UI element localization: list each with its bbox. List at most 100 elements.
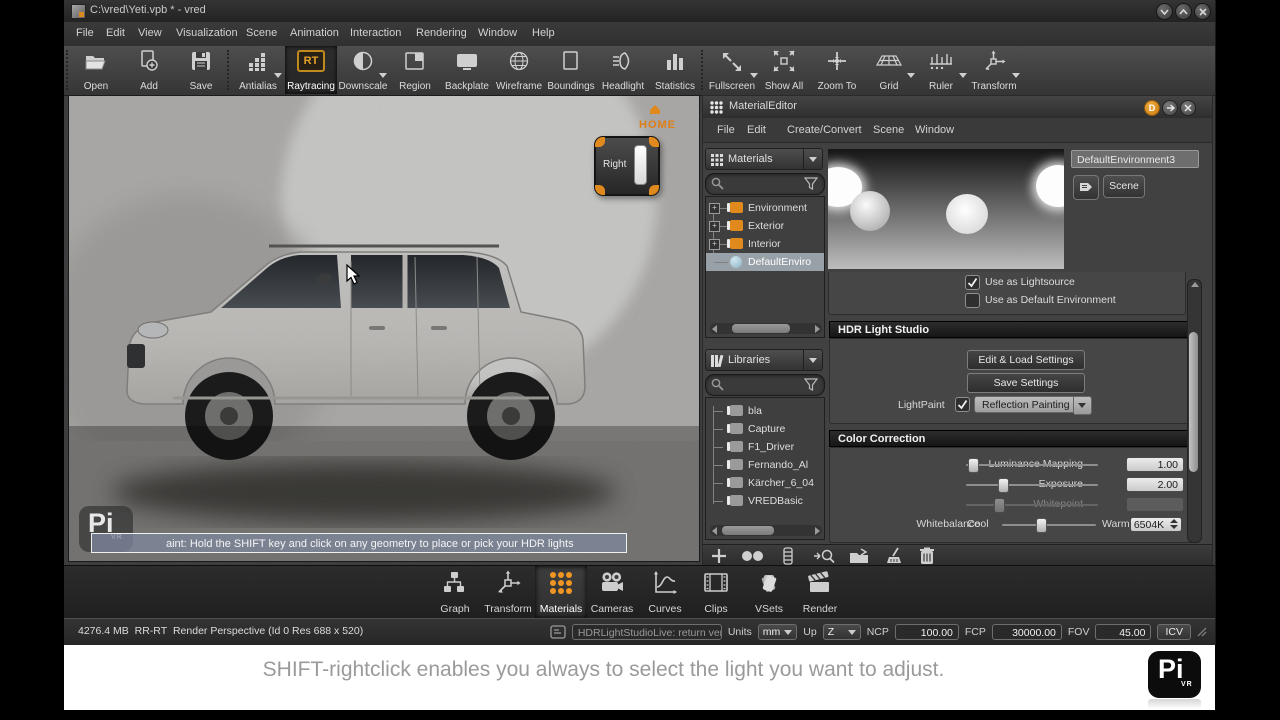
- save-button[interactable]: Save: [175, 46, 227, 94]
- navigation-cube[interactable]: Right: [594, 136, 660, 196]
- home-icon[interactable]: [649, 104, 661, 115]
- render-viewport[interactable]: HOME Right Pi VR aint: Hold the SHIFT ke…: [68, 95, 700, 562]
- navcube-corner[interactable]: [595, 137, 605, 147]
- scroll-up-arrow[interactable]: [1191, 282, 1199, 287]
- add-button[interactable]: Add: [123, 46, 175, 94]
- menu-view[interactable]: View: [138, 27, 162, 39]
- grid-button[interactable]: Grid: [863, 46, 915, 94]
- fcp-field[interactable]: 30000.00: [991, 624, 1062, 640]
- ncp-field[interactable]: 100.00: [894, 624, 959, 640]
- undock-arrow-button[interactable]: [1162, 100, 1178, 116]
- exposure-slider[interactable]: [966, 484, 1098, 486]
- assign-material-icon[interactable]: [849, 548, 871, 564]
- expander-icon[interactable]: +: [709, 239, 720, 250]
- menu-scene[interactable]: Scene: [246, 27, 277, 39]
- tree-item-fernando[interactable]: Fernando_Al: [706, 456, 824, 474]
- show-all-button[interactable]: Show All: [758, 46, 810, 94]
- menu-window[interactable]: Window: [478, 27, 517, 39]
- downscale-dropdown-arrow[interactable]: [379, 73, 387, 78]
- filter-funnel-icon[interactable]: [804, 177, 818, 190]
- me-menu-window[interactable]: Window: [915, 124, 954, 136]
- wireframe-button[interactable]: Wireframe: [493, 46, 545, 94]
- raytracing-button[interactable]: RT Raytracing: [285, 46, 337, 94]
- dock-cameras[interactable]: Cameras: [586, 566, 638, 618]
- tree-item-defaultenvironment[interactable]: DefaultEnviro: [706, 253, 824, 271]
- lightpaint-checkbox[interactable]: [955, 397, 970, 412]
- add-material-icon[interactable]: [711, 548, 727, 564]
- scroll-thumb[interactable]: [1189, 332, 1198, 472]
- transform-button[interactable]: Transform: [968, 46, 1020, 94]
- slider-knob[interactable]: [998, 478, 1009, 493]
- dock-d-button[interactable]: D: [1144, 100, 1160, 116]
- open-button[interactable]: Open: [70, 46, 122, 94]
- tree-item-environment[interactable]: + Environment: [706, 199, 824, 217]
- libraries-combo[interactable]: Libraries: [705, 349, 823, 371]
- fov-field[interactable]: 45.00: [1095, 624, 1152, 640]
- whitebalance-slider[interactable]: [1002, 524, 1096, 526]
- scroll-left-arrow[interactable]: [712, 527, 717, 535]
- lightpaint-mode-dropdown[interactable]: Reflection Painting: [974, 396, 1074, 413]
- resize-grip[interactable]: [1197, 627, 1207, 637]
- me-menu-create-convert[interactable]: Create/Convert: [787, 124, 862, 136]
- tree-item-kaercher[interactable]: Kärcher_6_04: [706, 474, 824, 492]
- me-menu-edit[interactable]: Edit: [747, 124, 766, 136]
- scroll-left-arrow[interactable]: [712, 325, 717, 333]
- navcube-right-edge[interactable]: [634, 145, 647, 185]
- me-menu-file[interactable]: File: [717, 124, 735, 136]
- tree-item-bla[interactable]: bla: [706, 402, 824, 420]
- slider-knob[interactable]: [968, 458, 979, 473]
- menu-animation[interactable]: Animation: [290, 27, 339, 39]
- home-label[interactable]: HOME: [639, 119, 676, 131]
- dock-vsets[interactable]: VSets: [743, 566, 795, 618]
- fullscreen-button[interactable]: Fullscreen: [706, 46, 758, 94]
- grid-dropdown-arrow[interactable]: [907, 73, 915, 78]
- icv-button[interactable]: ICV: [1157, 624, 1191, 640]
- navcube-face-label[interactable]: Right: [603, 159, 626, 170]
- duplicate-icon[interactable]: [741, 550, 765, 562]
- libraries-search-input[interactable]: [705, 374, 825, 396]
- materials-tree-hscrollbar[interactable]: [710, 323, 822, 334]
- menu-edit[interactable]: Edit: [106, 27, 125, 39]
- dock-materials[interactable]: Materials: [535, 566, 587, 618]
- libraries-tree-hscrollbar[interactable]: [710, 525, 822, 536]
- material-name-field[interactable]: DefaultEnvironment3: [1071, 150, 1199, 168]
- ruler-button[interactable]: Ruler: [915, 46, 967, 94]
- filter-funnel-icon[interactable]: [804, 378, 818, 391]
- tag-button[interactable]: [1073, 175, 1099, 200]
- dock-transform[interactable]: Transform: [482, 566, 534, 618]
- tree-item-f1-driver[interactable]: F1_Driver: [706, 438, 824, 456]
- materials-combo[interactable]: Materials: [705, 148, 823, 170]
- tree-item-interior[interactable]: + Interior: [706, 235, 824, 253]
- properties-vscrollbar[interactable]: [1187, 279, 1202, 543]
- panel-close-button[interactable]: [1180, 100, 1196, 116]
- luminance-value[interactable]: 1.00: [1126, 457, 1184, 472]
- slider-knob[interactable]: [1036, 518, 1047, 533]
- ruler-dropdown-arrow[interactable]: [959, 73, 967, 78]
- downscale-button[interactable]: Downscale: [337, 46, 389, 94]
- units-dropdown[interactable]: mm: [757, 624, 798, 640]
- libraries-tree[interactable]: bla Capture F1_Driver Fernando_Al Kärche…: [705, 397, 825, 540]
- exposure-value[interactable]: 2.00: [1126, 477, 1184, 492]
- headlight-button[interactable]: Headlight: [597, 46, 649, 94]
- materials-combo-arrow[interactable]: [803, 149, 822, 169]
- find-material-icon[interactable]: [813, 548, 835, 564]
- close-button[interactable]: [1194, 3, 1211, 20]
- zoom-to-button[interactable]: Zoom To: [811, 46, 863, 94]
- tree-item-vredbasic[interactable]: VREDBasic: [706, 492, 824, 510]
- libraries-combo-arrow[interactable]: [803, 350, 822, 370]
- up-axis-dropdown[interactable]: Z: [822, 624, 861, 640]
- checkbox-unchecked[interactable]: [965, 293, 980, 308]
- dock-graph[interactable]: Graph: [429, 566, 481, 618]
- luminance-slider[interactable]: [966, 464, 1098, 466]
- spinner[interactable]: [1170, 519, 1180, 530]
- me-menu-scene[interactable]: Scene: [873, 124, 904, 136]
- antialias-dropdown-arrow[interactable]: [274, 73, 282, 78]
- scroll-right-arrow[interactable]: [815, 325, 820, 333]
- hdr-status-field[interactable]: HDRLightStudioLive: return ver...: [571, 624, 722, 640]
- dock-render[interactable]: Render: [794, 566, 846, 618]
- edit-load-settings-button[interactable]: Edit & Load Settings: [967, 350, 1085, 370]
- menu-help[interactable]: Help: [532, 27, 555, 39]
- materials-search-input[interactable]: [705, 173, 825, 195]
- delete-trash-icon[interactable]: [919, 547, 935, 565]
- expander-icon[interactable]: +: [709, 203, 720, 214]
